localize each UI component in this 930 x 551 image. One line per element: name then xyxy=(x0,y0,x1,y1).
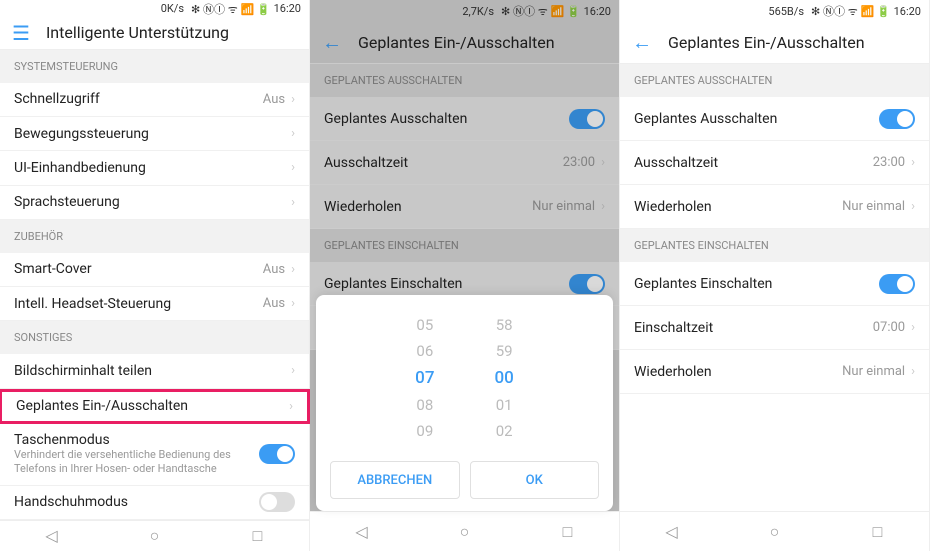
section-ausschalten: GEPLANTES AUSSCHALTEN xyxy=(620,64,929,97)
toggle-ausschalten[interactable] xyxy=(879,109,915,129)
toggle-einschalten[interactable] xyxy=(569,274,605,294)
nav-back-icon[interactable]: ◁ xyxy=(352,522,372,542)
time-picker: 05 06 07 08 09 58 59 00 01 02 ABBRECHEN … xyxy=(316,295,613,511)
minute-wheel[interactable]: 58 59 00 01 02 xyxy=(495,316,514,440)
section-systemsteuerung: SYSTEMSTEUERUNG xyxy=(0,50,309,83)
chevron-right-icon: › xyxy=(291,363,295,378)
status-icons: ✻ ⓃⒾ ᯤ 📶 🔋 xyxy=(191,1,271,17)
chevron-right-icon: › xyxy=(601,155,605,170)
net-speed: 2,7K/s xyxy=(462,5,494,18)
nav-home-icon[interactable]: ○ xyxy=(145,526,165,546)
chevron-right-icon: › xyxy=(911,364,915,379)
header: ☰ Intelligente Unterstützung xyxy=(0,17,309,50)
row-ausschaltzeit[interactable]: Ausschaltzeit23:00› xyxy=(620,141,929,185)
hour-wheel[interactable]: 05 06 07 08 09 xyxy=(415,316,434,440)
chevron-right-icon: › xyxy=(601,199,605,214)
header: ← Geplantes Ein-/Ausschalten xyxy=(310,22,619,64)
row-geplantes-ausschalten[interactable]: Geplantes Ausschalten xyxy=(620,97,929,141)
status-bar: 2,7K/s ✻ ⓃⒾ ᯤ 📶 🔋 16:20 xyxy=(310,0,619,22)
nav-recent-icon[interactable]: □ xyxy=(248,526,268,546)
screen-1: 0K/s ✻ ⓃⒾ ᯤ 📶 🔋 16:20 ☰ Intelligente Unt… xyxy=(0,0,310,551)
chevron-right-icon: › xyxy=(291,296,295,311)
status-bar: 0K/s ✻ ⓃⒾ ᯤ 📶 🔋 16:20 xyxy=(0,0,309,17)
page-title: Intelligente Unterstützung xyxy=(46,23,229,42)
nav-recent-icon[interactable]: □ xyxy=(558,522,578,542)
back-arrow-icon[interactable]: ← xyxy=(322,30,342,55)
chevron-right-icon: › xyxy=(291,160,295,175)
toggle-taschenmodus[interactable] xyxy=(259,444,295,464)
chevron-right-icon: › xyxy=(911,320,915,335)
chevron-right-icon: › xyxy=(911,199,915,214)
header: ← Geplantes Ein-/Ausschalten xyxy=(620,22,929,64)
cancel-button[interactable]: ABBRECHEN xyxy=(330,461,460,499)
row-wiederholen-aus[interactable]: WiederholenNur einmal› xyxy=(310,185,619,229)
nav-recent-icon[interactable]: □ xyxy=(868,522,888,542)
clock: 16:20 xyxy=(584,5,611,18)
chevron-right-icon: › xyxy=(291,262,295,277)
row-wiederholen-ein[interactable]: WiederholenNur einmal› xyxy=(620,350,929,394)
screen-3: 565B/s ✻ ⓃⒾ ᯤ 📶 🔋 16:20 ← Geplantes Ein-… xyxy=(620,0,930,551)
nav-bar: ◁ ○ □ xyxy=(0,520,309,551)
row-smartcover[interactable]: Smart-CoverAus› xyxy=(0,253,309,287)
nav-home-icon[interactable]: ○ xyxy=(765,522,785,542)
page-title: Geplantes Ein-/Ausschalten xyxy=(668,33,865,52)
chevron-right-icon: › xyxy=(911,155,915,170)
section-einschalten: GEPLANTES EINSCHALTEN xyxy=(620,229,929,262)
row-geplantes-schalten[interactable]: Geplantes Ein-/Ausschalten› xyxy=(0,389,310,424)
row-taschenmodus[interactable]: TaschenmodusVerhindert die versehentlich… xyxy=(0,424,309,486)
row-sprachsteuerung[interactable]: Sprachsteuerung› xyxy=(0,186,309,220)
status-icons: ✻ ⓃⒾ ᯤ 📶 🔋 xyxy=(501,3,581,19)
toggle-handschuh[interactable] xyxy=(259,492,295,512)
row-ausschaltzeit[interactable]: Ausschaltzeit23:00› xyxy=(310,141,619,185)
row-bewegungssteuerung[interactable]: Bewegungssteuerung› xyxy=(0,117,309,151)
chevron-right-icon: › xyxy=(291,126,295,141)
row-geplantes-ausschalten[interactable]: Geplantes Ausschalten xyxy=(310,97,619,141)
row-geplantes-einschalten[interactable]: Geplantes Einschalten xyxy=(620,262,929,306)
row-headset[interactable]: Intell. Headset-SteuerungAus› xyxy=(0,287,309,321)
section-sonstiges: SONSTIGES xyxy=(0,321,309,354)
toggle-ausschalten[interactable] xyxy=(569,109,605,129)
row-einschaltzeit[interactable]: Einschaltzeit07:00› xyxy=(620,306,929,350)
clock: 16:20 xyxy=(274,2,301,15)
row-einhand[interactable]: UI-Einhandbedienung› xyxy=(0,151,309,185)
row-bildschirm-teilen[interactable]: Bildschirminhalt teilen› xyxy=(0,354,309,388)
nav-back-icon[interactable]: ◁ xyxy=(42,526,62,546)
nav-bar: ◁ ○ □ xyxy=(620,511,929,551)
nav-bar: ◁ ○ □ xyxy=(310,511,619,551)
chevron-right-icon: › xyxy=(291,92,295,107)
status-icons: ✻ ⓃⒾ ᯤ 📶 🔋 xyxy=(811,3,891,19)
clock: 16:20 xyxy=(894,5,921,18)
nav-home-icon[interactable]: ○ xyxy=(455,522,475,542)
page-title: Geplantes Ein-/Ausschalten xyxy=(358,33,555,52)
screen-2: 2,7K/s ✻ ⓃⒾ ᯤ 📶 🔋 16:20 ← Geplantes Ein-… xyxy=(310,0,620,551)
row-schnellzugriff[interactable]: SchnellzugriffAus› xyxy=(0,83,309,117)
chevron-right-icon: › xyxy=(291,195,295,210)
net-speed: 565B/s xyxy=(768,5,804,18)
nav-back-icon[interactable]: ◁ xyxy=(662,522,682,542)
section-zubehoer: ZUBEHÖR xyxy=(0,220,309,253)
ok-button[interactable]: OK xyxy=(470,461,600,499)
back-arrow-icon[interactable]: ← xyxy=(632,30,652,55)
net-speed: 0K/s xyxy=(161,2,184,15)
hamburger-icon[interactable]: ☰ xyxy=(12,21,30,45)
toggle-einschalten[interactable] xyxy=(879,274,915,294)
row-handschuhmodus[interactable]: Handschuhmodus xyxy=(0,486,309,520)
status-bar: 565B/s ✻ ⓃⒾ ᯤ 📶 🔋 16:20 xyxy=(620,0,929,22)
section-ausschalten: GEPLANTES AUSSCHALTEN xyxy=(310,64,619,97)
section-einschalten: GEPLANTES EINSCHALTEN xyxy=(310,229,619,262)
chevron-right-icon: › xyxy=(289,399,293,414)
row-wiederholen-aus[interactable]: WiederholenNur einmal› xyxy=(620,185,929,229)
